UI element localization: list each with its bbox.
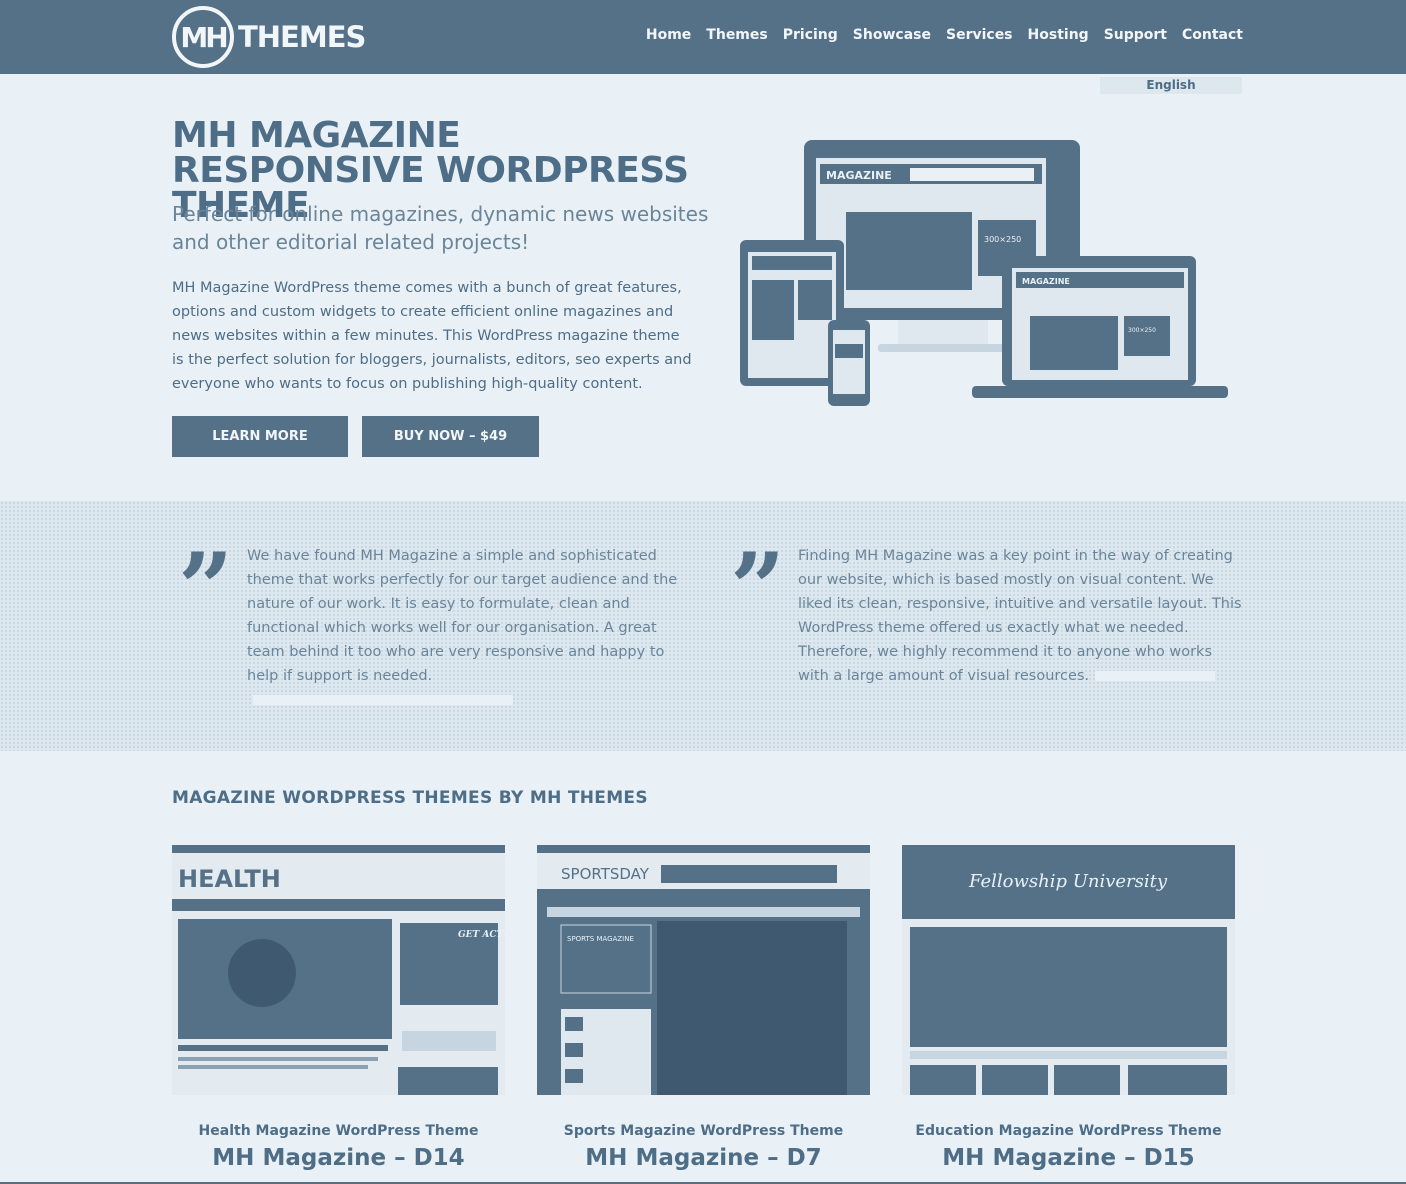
mockup-ad-laptop: 300×250 [1128,327,1156,334]
responsive-devices-illustration: MAGAZINE 300×250 MAGAZINE 300×250 [740,140,1228,406]
theme-screenshot[interactable]: Fellowship University [902,845,1235,1095]
mockup-ad-desktop: 300×250 [984,235,1021,244]
buy-now-button[interactable]: BUY NOW – $49 [362,416,539,457]
nav-support[interactable]: Support [1104,27,1167,43]
site-logo[interactable]: MH THEMES [172,6,366,68]
university-logo: Fellowship University [968,871,1168,892]
nav-home[interactable]: Home [646,27,691,43]
health-promo: GET ACTIVE [458,930,505,940]
quote-mark-icon: ” [178,532,234,645]
testimonial-text: Finding MH Magazine was a key point in t… [798,548,1242,684]
site-header: MH THEMES Home Themes Pricing Showcase S… [0,0,1406,74]
testimonials-section: ” We have found MH Magazine a simple and… [0,501,1406,751]
sportsday-logo: SPORTSDAY [561,865,650,883]
theme-screenshot[interactable]: SPORTSDAY SPORTS MAGAZINE [537,845,870,1095]
theme-card-title[interactable]: MH Magazine – D15 [902,1145,1235,1171]
mockup-brand-laptop: MAGAZINE [1022,277,1070,286]
quote-mark-icon: ” [730,532,786,645]
theme-card-subtitle: Health Magazine WordPress Theme [198,1123,479,1139]
section-title: MAGAZINE WORDPRESS THEMES BY MH THEMES [172,788,648,808]
testimonial-text: We have found MH Magazine a simple and s… [247,544,693,712]
theme-card-title[interactable]: MH Magazine – D7 [537,1145,870,1171]
mockup-brand-desktop: MAGAZINE [826,169,892,182]
nav-contact[interactable]: Contact [1182,27,1243,43]
theme-card-subtitle: Education Magazine WordPress Theme [915,1123,1222,1139]
learn-more-button[interactable]: LEARN MORE [172,416,348,457]
hero-subtitle: Perfect for online magazines, dynamic ne… [172,202,709,254]
theme-screenshot[interactable]: HEALTH GET ACTIVE [172,845,521,1095]
theme-card-education[interactable]: Fellowship University Education Magazine… [902,845,1235,1171]
hero-description: MH Magazine WordPress theme comes with a… [172,280,692,392]
nav-themes[interactable]: Themes [706,27,767,43]
logo-text: THEMES [238,20,366,54]
theme-card-subtitle: Sports Magazine WordPress Theme [563,1123,844,1139]
logo-mark: MH [172,6,234,68]
testimonial-author-redacted [253,695,513,705]
health-logo: HEALTH [178,865,281,893]
nav-services[interactable]: Services [946,27,1013,43]
nav-pricing[interactable]: Pricing [783,27,838,43]
theme-card-health[interactable]: HEALTH GET ACTIVE Health Magazine WordPr… [172,845,521,1171]
nav-hosting[interactable]: Hosting [1028,27,1089,43]
theme-card-sports[interactable]: SPORTSDAY SPORTS MAGAZINE Sports Magazin… [537,845,870,1171]
testimonial-author-redacted [1095,671,1216,681]
nav-showcase[interactable]: Showcase [853,27,931,43]
theme-card-title[interactable]: MH Magazine – D14 [172,1145,505,1171]
sports-box-label: SPORTS MAGAZINE [567,935,634,943]
main-nav: Home Themes Pricing Showcase Services Ho… [646,27,1243,43]
language-selector[interactable]: English [1100,77,1242,94]
